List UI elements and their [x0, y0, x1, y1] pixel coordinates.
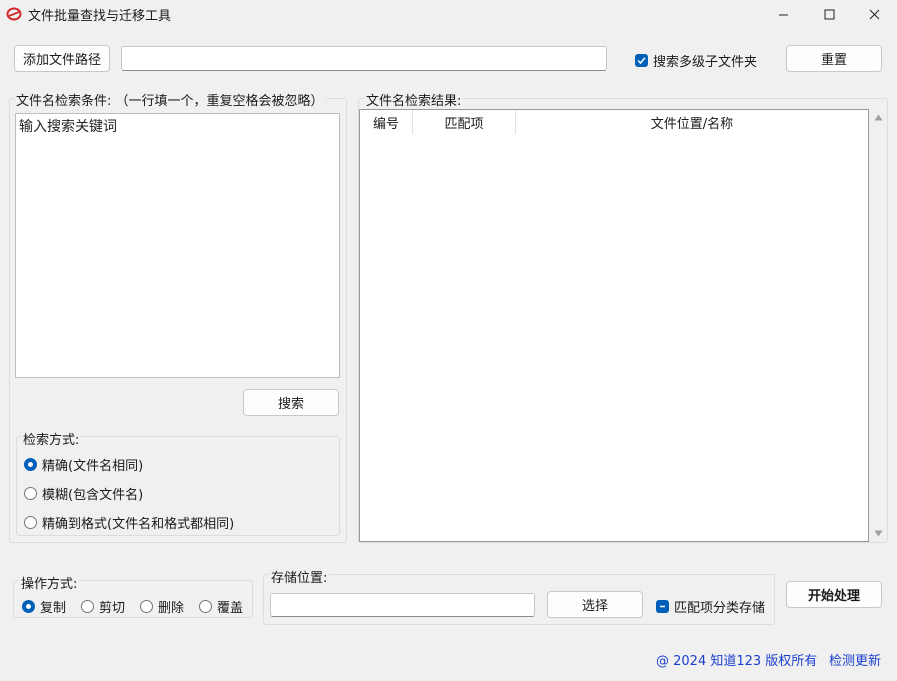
search-mode-exact-format[interactable]: 精确到格式(文件名和格式都相同) [24, 513, 234, 532]
close-icon [869, 9, 879, 19]
operation-copy-label: 复制 [40, 601, 67, 616]
app-logo-icon [6, 7, 22, 21]
check-update-link[interactable]: 检测更新 [829, 650, 881, 669]
radio-selected-icon[interactable] [22, 600, 35, 613]
search-subfolders-option[interactable]: 搜索多级子文件夹 [635, 51, 757, 70]
choose-button[interactable]: 选择 [547, 591, 643, 618]
minimize-icon [778, 14, 788, 15]
column-header-index[interactable]: 编号 [360, 110, 413, 134]
radio-selected-icon[interactable] [24, 458, 37, 471]
title-bar: 文件批量查找与迁移工具 [0, 0, 897, 28]
add-path-button[interactable]: 添加文件路径 [14, 45, 110, 72]
scroll-down-icon[interactable] [874, 530, 883, 537]
copyright-text: @ 2024 知道123 版权所有 [656, 654, 818, 669]
path-input[interactable] [121, 46, 607, 71]
maximize-icon [824, 9, 834, 19]
scroll-up-icon[interactable] [874, 114, 883, 121]
storage-label: 存储位置: [269, 567, 330, 586]
minimize-button[interactable] [760, 0, 806, 28]
search-mode-label: 检索方式: [21, 429, 82, 448]
operation-overwrite[interactable]: 覆盖 [199, 597, 243, 616]
start-process-button[interactable]: 开始处理 [786, 581, 882, 608]
column-header-location[interactable]: 文件位置/名称 [516, 110, 868, 134]
keywords-textarea[interactable]: 输入搜索关键词 [15, 113, 340, 378]
categorize-label: 匹配项分类存储 [674, 601, 766, 616]
results-table[interactable]: 编号 匹配项 文件位置/名称 [359, 109, 869, 542]
operation-delete-label: 删除 [158, 601, 185, 616]
operation-delete[interactable]: 删除 [140, 597, 184, 616]
storage-path-input[interactable] [270, 593, 535, 617]
operation-label: 操作方式: [19, 573, 80, 592]
operation-cut[interactable]: 剪切 [81, 597, 125, 616]
radio-unselected-icon[interactable] [140, 600, 153, 613]
results-scrollbar[interactable] [870, 109, 887, 542]
checkbox-checked-icon[interactable] [635, 54, 648, 67]
radio-unselected-icon[interactable] [199, 600, 212, 613]
search-mode-exact-label: 精确(文件名相同) [42, 459, 144, 474]
results-label: 文件名检索结果: [364, 90, 464, 109]
radio-unselected-icon[interactable] [81, 600, 94, 613]
column-header-match[interactable]: 匹配项 [413, 110, 516, 134]
operation-copy[interactable]: 复制 [22, 597, 66, 616]
search-mode-fuzzy-label: 模糊(包含文件名) [42, 488, 144, 503]
categorize-option[interactable]: 匹配项分类存储 [656, 597, 765, 616]
operation-cut-label: 剪切 [99, 601, 126, 616]
search-button[interactable]: 搜索 [243, 389, 339, 416]
reset-button[interactable]: 重置 [786, 45, 882, 72]
radio-unselected-icon[interactable] [24, 516, 37, 529]
operation-overwrite-label: 覆盖 [217, 601, 244, 616]
search-subfolders-label: 搜索多级子文件夹 [653, 55, 758, 70]
window-title: 文件批量查找与迁移工具 [28, 9, 172, 24]
search-mode-fuzzy[interactable]: 模糊(包含文件名) [24, 484, 143, 503]
radio-unselected-icon[interactable] [24, 487, 37, 500]
search-mode-exact[interactable]: 精确(文件名相同) [24, 455, 143, 474]
search-mode-exact-format-label: 精确到格式(文件名和格式都相同) [42, 517, 235, 532]
checkbox-indeterminate-icon[interactable] [656, 600, 669, 613]
conditions-label: 文件名检索条件: （一行填一个，重复空格会被忽略） [14, 90, 326, 109]
close-button[interactable] [851, 0, 897, 28]
maximize-button[interactable] [806, 0, 852, 28]
